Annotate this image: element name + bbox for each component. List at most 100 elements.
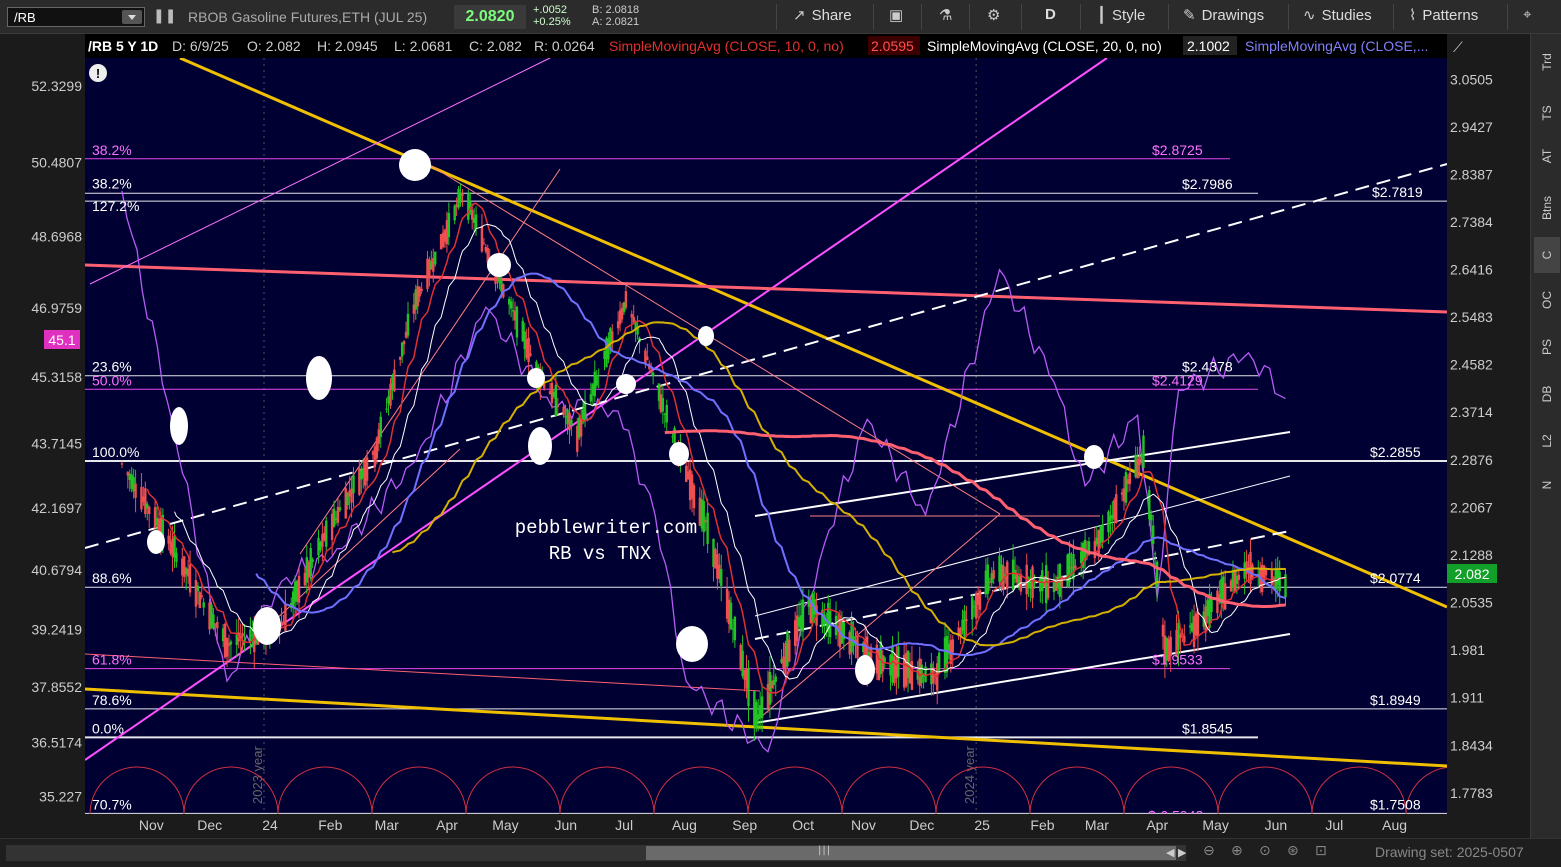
candle-body [597,374,600,376]
chevron-down-icon[interactable] [122,10,142,24]
zoom-reset-icon[interactable]: ⊙ [1259,843,1271,859]
drawing-oval [855,655,875,685]
candle-body [474,214,478,229]
candle-body [978,590,982,610]
candle-body [583,401,587,422]
symbol-selector[interactable]: /RB [7,7,145,27]
drawing-set-label: Drawing set: 2025-0507 [1375,844,1524,860]
drawing-oval [399,149,431,181]
studies-toggle-icon[interactable]: ⟋ [1453,39,1463,55]
candle-body [788,639,791,662]
drawing-oval [527,368,545,388]
candle-body [509,301,513,309]
candle-body [529,353,532,356]
ask-value: A: 2.0821 [592,16,640,28]
candle-body [1210,597,1213,612]
right-axis-tick: 2.7384 [1450,214,1493,230]
candle-body [1161,624,1165,637]
symbol-input[interactable]: /RB [14,10,36,25]
settings-button[interactable]: ⚙ [987,6,1006,28]
drawing-oval [253,607,281,645]
fib-label: 0.0% [92,720,124,736]
candle-body [1060,576,1063,588]
scroll-thumb[interactable] [646,845,1176,860]
tab-db[interactable]: DB [1534,376,1560,412]
status-low: L: 2.0681 [394,38,453,54]
zoom-in-icon[interactable]: ⊕ [1231,843,1243,859]
right-axis-tick: 2.8387 [1450,166,1493,182]
candle-body [229,641,233,645]
fit-icon[interactable]: ⊡ [1315,843,1327,859]
price-level-label: $1.8949 [1370,692,1421,708]
scroll-left-icon[interactable]: ◀ [1166,846,1174,859]
tab-at[interactable]: AT [1534,138,1560,174]
tab-label: Trd [1540,53,1554,71]
style-label: Style [1112,7,1146,24]
candle-body [241,633,244,637]
share-button[interactable]: ↗ Share [793,6,852,28]
right-tab-strip: Trd TS AT Btns C OC PS DB L2 N [1530,34,1561,838]
drawing-oval [616,374,636,394]
tab-ts[interactable]: TS [1534,95,1560,131]
left-axis-tick: 50.4807 [31,155,82,171]
fib-label: 70.7% [92,796,132,812]
crosshair-button[interactable]: ⌖ [1523,6,1537,28]
current-price-label: 2.082 [1454,566,1489,582]
fib-label: 50.0% [92,372,132,388]
timeframe-button[interactable]: D [1045,6,1056,28]
candle-body [1278,571,1281,592]
time-scrollbar[interactable]: ◀ ▶ [6,845,1186,861]
left-axis-tick: 36.5174 [31,735,82,751]
style-button[interactable]: ┃ Style [1097,6,1145,28]
fib-label: 127.2% [92,198,139,214]
candle-body [352,475,355,494]
drawings-button[interactable]: ✎ Drawings [1183,6,1264,28]
candle-body [624,291,628,308]
x-axis-tick: Nov [139,817,164,833]
right-axis-tick: 3.0505 [1450,71,1493,87]
candle-body [120,463,124,465]
candle-body [1264,569,1268,576]
lab-button[interactable]: ⚗ [939,6,958,28]
tab-ps[interactable]: PS [1534,329,1560,365]
chart-settings-button[interactable]: ▣ [889,6,909,28]
candle-body [399,356,402,360]
scroll-right-icon[interactable]: ▶ [1178,846,1186,859]
tab-label: OC [1540,291,1554,309]
studies-label: Studies [1321,7,1372,24]
bottom-bar: ◀ ▶ ⊖ ⊕ ⊙ ⊛ ⊡ Drawing set: 2025-0507 [0,838,1561,867]
x-axis-tick: Mar [1085,817,1109,833]
top-toolbar: /RB ❚❚ RBOB Gasoline Futures,ETH (JUL 25… [0,0,1561,34]
x-axis-tick: Jul [615,817,633,833]
tab-oc[interactable]: OC [1534,282,1560,318]
zoom-out-icon[interactable]: ⊖ [1203,843,1215,859]
drawing-oval [147,530,165,554]
candle-body [951,639,954,653]
x-axis-tick: Apr [436,817,458,833]
tab-c[interactable]: C [1534,237,1560,273]
right-axis-tick: 2.5483 [1450,309,1493,325]
tab-trd[interactable]: Trd [1534,44,1560,80]
drawing-oval [1084,445,1104,469]
price-level-label: $2.2855 [1370,444,1421,460]
studies-button[interactable]: ∿ Studies [1303,6,1372,28]
change-percent: +0.25% [533,16,571,28]
candle-body [1216,590,1219,614]
tab-label: Btns [1540,195,1554,221]
candle-body [480,225,484,252]
candle-body [420,288,423,291]
year-label: 2024 year [962,746,977,804]
price-chart[interactable]: 2023 year 2024 year $2.8725$2.7986 $2.7819… [0,34,1530,838]
candle-body [1124,472,1128,503]
candle-body [325,520,328,547]
tab-n[interactable]: N [1534,467,1560,503]
pan-icon[interactable]: ⊛ [1287,843,1299,859]
right-axis-tick: 2.9427 [1450,119,1493,135]
tab-label: N [1540,480,1554,490]
candle-body [418,287,421,297]
tab-l2[interactable]: L2 [1534,423,1560,459]
candle-body [198,592,201,608]
pause-icon[interactable]: ❚❚ [153,8,176,24]
patterns-button[interactable]: ⌇ Patterns [1409,6,1478,28]
tab-btns[interactable]: Btns [1534,190,1560,226]
